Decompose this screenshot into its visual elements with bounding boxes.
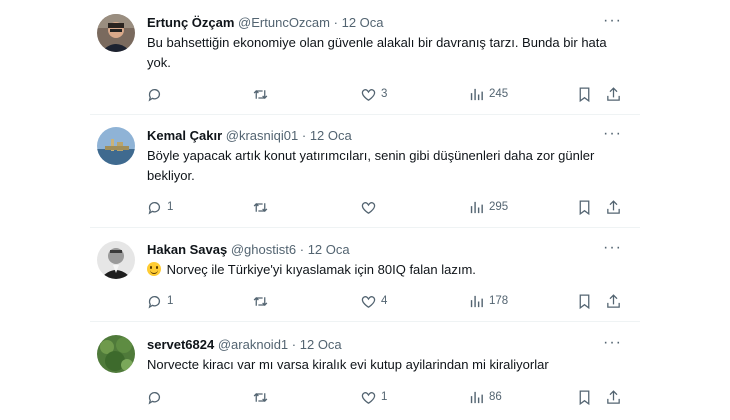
retweet-button[interactable]: [252, 387, 273, 407]
more-options-button[interactable]: ···: [603, 240, 622, 256]
user-handle[interactable]: @krasniqi01: [226, 128, 298, 143]
user-handle[interactable]: @ghostist6: [231, 242, 296, 257]
reply-button[interactable]: [146, 387, 167, 407]
tweet-header: Hakan Savaş @ghostist6 · 12 Oca: [147, 242, 350, 258]
separator-dot: ·: [299, 242, 305, 257]
bookmark-icon: [579, 389, 590, 405]
display-name[interactable]: Kemal Çakır: [147, 128, 222, 143]
retweet-icon: [253, 392, 268, 402]
share-button[interactable]: [605, 197, 622, 217]
separator-dot: ·: [333, 15, 338, 30]
reply-button[interactable]: [146, 84, 167, 104]
retweet-icon: [253, 296, 268, 306]
separator-dot: ·: [291, 337, 297, 352]
reply-icon: [148, 201, 161, 215]
timestamp[interactable]: 12 Oca: [342, 15, 384, 30]
tweet-text-content: Norveç ile Türkiye'yi kıyaslamak için 80…: [166, 262, 476, 277]
timestamp[interactable]: 12 Oca: [310, 128, 352, 143]
more-options-button[interactable]: ···: [603, 335, 622, 351]
tweet-actions: 1 295: [0, 197, 730, 217]
share-icon: [607, 293, 620, 308]
avatar[interactable]: [97, 14, 135, 52]
tweet-header: Kemal Çakır @krasniqi01 · 12 Oca: [147, 128, 352, 144]
view-count: 178: [489, 295, 509, 307]
bookmark-icon: [579, 293, 590, 309]
view-count: 245: [489, 88, 509, 100]
retweet-button[interactable]: [252, 84, 273, 104]
like-count: 1: [381, 391, 388, 403]
tweet-text: Bu bahsettiğin ekonomiye olan güvenle al…: [147, 35, 607, 70]
tweet-header: servet6824 @araknoid1 · 12 Oca: [147, 337, 342, 353]
divider: [90, 321, 640, 322]
like-count: 3: [381, 88, 388, 100]
retweet-icon: [253, 89, 268, 99]
views-button[interactable]: 295: [468, 197, 508, 217]
reply-icon: [148, 295, 161, 309]
view-count: 295: [489, 201, 509, 213]
tweet-actions: 1 4 178: [0, 291, 730, 311]
view-count: 86: [489, 391, 502, 403]
tweet-actions: 1 86: [0, 387, 730, 407]
views-icon: [470, 295, 483, 307]
reply-count: 1: [167, 295, 174, 307]
avatar[interactable]: [97, 127, 135, 165]
divider: [90, 227, 640, 228]
more-options-button[interactable]: ···: [603, 13, 622, 29]
separator-dot: ·: [301, 128, 307, 143]
heart-icon: [361, 391, 376, 404]
share-icon: [607, 86, 620, 101]
reply-button[interactable]: 1: [146, 197, 173, 217]
avatar[interactable]: [97, 335, 135, 373]
bookmark-button[interactable]: [576, 387, 593, 407]
like-button[interactable]: 3: [360, 84, 387, 104]
bookmark-button[interactable]: [576, 84, 593, 104]
like-button[interactable]: 1: [360, 387, 387, 407]
reply-icon: [148, 88, 161, 102]
display-name[interactable]: Ertunç Özçam: [147, 15, 234, 30]
divider: [90, 114, 640, 115]
display-name[interactable]: Hakan Savaş: [147, 242, 227, 257]
bookmark-button[interactable]: [576, 197, 593, 217]
tweet-actions: 3 245: [0, 84, 730, 104]
heart-icon: [361, 201, 376, 214]
share-button[interactable]: [605, 291, 622, 311]
timestamp[interactable]: 12 Oca: [308, 242, 350, 257]
like-count: 4: [381, 295, 388, 307]
reply-button[interactable]: 1: [146, 291, 173, 311]
tweet-text: Norveç ile Türkiye'yi kıyaslamak için 80…: [147, 260, 607, 280]
views-button[interactable]: 178: [468, 291, 508, 311]
user-handle[interactable]: @ErtuncOzcam: [238, 15, 330, 30]
share-button[interactable]: [605, 84, 622, 104]
avatar[interactable]: [97, 241, 135, 279]
views-icon: [470, 391, 483, 403]
display-name[interactable]: servet6824: [147, 337, 214, 352]
timestamp[interactable]: 12 Oca: [300, 337, 342, 352]
share-button[interactable]: [605, 387, 622, 407]
views-button[interactable]: 245: [468, 84, 508, 104]
views-icon: [470, 201, 483, 213]
heart-icon: [361, 295, 376, 308]
reply-count: 1: [167, 201, 174, 213]
more-options-button[interactable]: ···: [603, 126, 622, 142]
bookmark-button[interactable]: [576, 291, 593, 311]
reply-icon: [148, 391, 161, 405]
like-button[interactable]: [360, 197, 381, 217]
bookmark-icon: [579, 199, 590, 215]
tweet-text: Böyle yapacak artık konut yatırımcıları,…: [147, 148, 595, 183]
bookmark-icon: [579, 86, 590, 102]
retweet-icon: [253, 202, 268, 212]
share-icon: [607, 389, 620, 404]
views-icon: [470, 88, 483, 100]
retweet-button[interactable]: [252, 197, 273, 217]
retweet-button[interactable]: [252, 291, 273, 311]
user-handle[interactable]: @araknoid1: [218, 337, 288, 352]
heart-icon: [361, 88, 376, 101]
views-button[interactable]: 86: [468, 387, 502, 407]
tweet-text: Norvecte kiracı var mı varsa kiralık evi…: [147, 357, 549, 372]
share-icon: [607, 199, 620, 214]
like-button[interactable]: 4: [360, 291, 387, 311]
smiling-face-emoji: [147, 262, 161, 276]
tweet-header: Ertunç Özçam @ErtuncOzcam · 12 Oca: [147, 15, 384, 31]
